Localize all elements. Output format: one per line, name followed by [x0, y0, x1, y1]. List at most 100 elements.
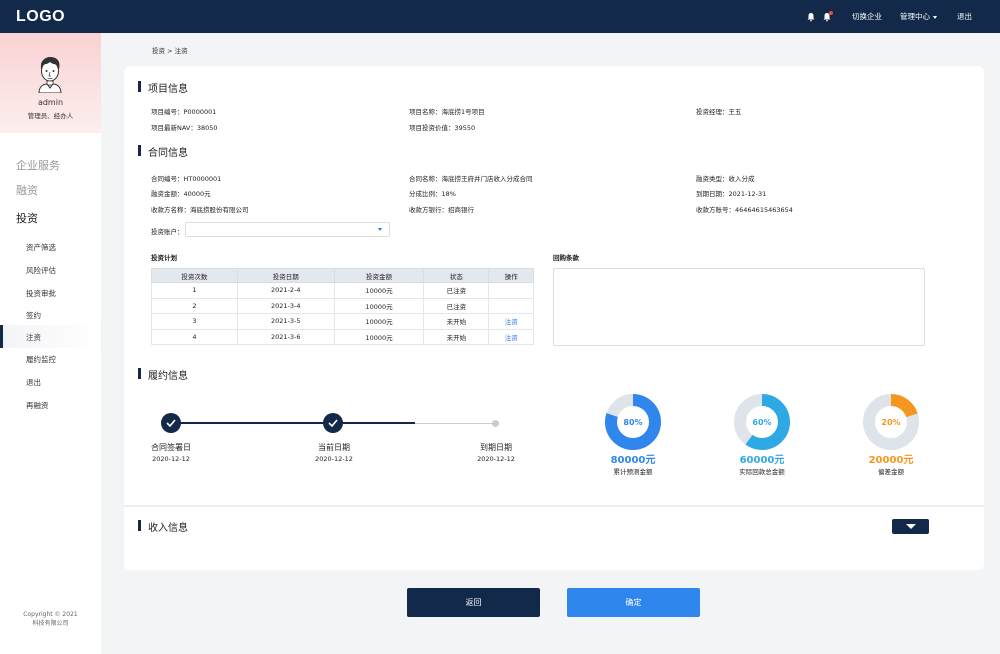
- table-cell: [488, 297, 534, 314]
- milestone-label: 合同签署日: [151, 443, 191, 452]
- inject-link[interactable]: 注资: [488, 313, 534, 330]
- timeline-end-dot: [492, 420, 499, 427]
- sidebar-item-performance-monitoring[interactable]: 履约监控: [26, 354, 56, 365]
- sidebar-item-refinancing[interactable]: 再融资: [26, 400, 49, 411]
- repurchase-text-box[interactable]: [553, 268, 925, 346]
- back-button[interactable]: 返回: [407, 588, 540, 617]
- sidebar-group-financing[interactable]: 融资: [16, 182, 38, 198]
- table-header-row: 投资次数 投资日期 投资金额 状态 操作: [151, 268, 534, 283]
- confirm-button[interactable]: 确定: [567, 588, 700, 617]
- copyright-line2: 科技有限公司: [32, 620, 69, 627]
- logout-link[interactable]: 退出: [957, 11, 972, 22]
- admin-center-label: 管理中心: [900, 12, 930, 21]
- milestone-date: 2020-12-12: [315, 455, 353, 463]
- top-right-menu: 切换企业 管理中心 退出: [806, 0, 1000, 33]
- milestone-date: 2020-12-12: [477, 455, 515, 463]
- sidebar-item-asset-screening[interactable]: 资产筛选: [26, 242, 56, 253]
- caret-down-icon: [906, 524, 916, 529]
- invest-account-select[interactable]: [185, 222, 390, 237]
- donut-center-label: 20%: [881, 418, 900, 427]
- breadcrumb: 投资 > 注资: [152, 47, 188, 55]
- expand-button[interactable]: [892, 519, 929, 534]
- financing-amount: 融资金额：40000元: [151, 190, 211, 198]
- donut-chart-forecast: 80%: [605, 394, 661, 450]
- project-code: 项目编号：P0000001: [151, 108, 217, 116]
- logo: LOGO: [16, 8, 66, 25]
- profile-name: admin: [37, 98, 64, 107]
- donut-center-label: 80%: [623, 418, 642, 427]
- sidebar: admin 管理员、经办人 企业服务 融资 投资 资产筛选 风险评估 投资审批 …: [0, 33, 101, 654]
- check-icon: [161, 413, 181, 433]
- milestone-label: 当前日期: [318, 443, 350, 452]
- project-info-title: 项目信息: [138, 80, 188, 95]
- notification-bell-icon[interactable]: [822, 10, 833, 22]
- donut-value: 80000元: [610, 455, 656, 466]
- project-manager: 投资经理：王五: [696, 108, 742, 116]
- table-cell: [488, 282, 534, 299]
- donut-label: 偏差金额: [878, 468, 904, 476]
- repurchase-title: 回购条款: [553, 254, 579, 262]
- table-cell: 未开始: [423, 313, 490, 330]
- table-header: 投资次数: [151, 268, 238, 283]
- table-header: 投资日期: [236, 268, 335, 283]
- project-value: 项目投资价值：39550: [409, 124, 476, 132]
- table-row: 3 2021-3-5 10000元 未开始 注资: [151, 313, 534, 330]
- top-bar: LOGO 切换企业 管理中心 退出: [0, 0, 1000, 33]
- inject-link[interactable]: 注资: [488, 328, 534, 345]
- table-cell: 2021-3-5: [236, 313, 335, 330]
- payee-account: 收款方账号：46464615463654: [696, 206, 793, 214]
- copyright-line1: Copyright © 2021: [23, 611, 78, 618]
- chevron-down-icon: [933, 15, 937, 19]
- sidebar-item-signing[interactable]: 签约: [26, 310, 41, 321]
- table-row: 1 2021-2-4 10000元 已注资: [151, 282, 534, 299]
- table-cell: 10000元: [333, 297, 425, 314]
- payee-bank: 收款方银行：招商银行: [409, 206, 474, 214]
- timeline-line-done: [171, 422, 335, 424]
- plan-table: 投资次数 投资日期 投资金额 状态 操作 1 2021-2-4 10000元 已…: [151, 268, 534, 345]
- divider: [124, 505, 984, 507]
- table-cell: 10000元: [333, 282, 425, 299]
- contract-code: 合同编号：HT0000001: [151, 175, 222, 183]
- share-ratio: 分成比例：18%: [409, 190, 456, 198]
- table-cell: 2021-3-6: [236, 328, 335, 345]
- project-name: 项目名称：海底捞1号项目: [409, 108, 485, 116]
- sidebar-item-capital-injection[interactable]: 注资: [26, 332, 41, 343]
- financing-type: 融资类型：收入分成: [696, 175, 755, 183]
- sidebar-item-exit[interactable]: 退出: [26, 377, 41, 388]
- sidebar-item-risk-assessment[interactable]: 风险评估: [26, 265, 56, 276]
- table-cell: 已注资: [423, 297, 490, 314]
- admin-center-menu[interactable]: 管理中心: [900, 11, 937, 22]
- table-cell: 2021-2-4: [236, 282, 335, 299]
- table-cell: 10000元: [333, 328, 425, 345]
- donut-center-label: 60%: [752, 418, 771, 427]
- table-cell: 3: [151, 313, 238, 330]
- bell-icon[interactable]: [806, 12, 816, 22]
- sidebar-active-indicator: [0, 325, 101, 348]
- donut-chart-actual: 60%: [734, 394, 790, 450]
- table-cell: 已注资: [423, 282, 490, 299]
- sidebar-group-enterprise-service[interactable]: 企业服务: [16, 157, 60, 173]
- milestone-label: 到期日期: [480, 443, 512, 452]
- table-header: 投资金额: [333, 268, 425, 283]
- profile-role: 管理员、经办人: [27, 112, 74, 120]
- table-header: 操作: [488, 268, 534, 283]
- donut-value: 60000元: [739, 455, 785, 466]
- table-cell: 未开始: [423, 328, 490, 345]
- main-card: 项目信息 项目编号：P0000001 项目名称：海底捞1号项目 投资经理：王五 …: [124, 66, 984, 570]
- table-cell: 2021-3-4: [236, 297, 335, 314]
- due-date: 到期日期：2021-12-31: [696, 190, 767, 198]
- project-nav: 项目最新NAV：38050: [151, 124, 218, 132]
- payee-name: 收款方名称：海底捞股份有限公司: [151, 206, 249, 214]
- sidebar-group-investment[interactable]: 投资: [16, 210, 38, 226]
- timeline-line-pending: [415, 423, 495, 424]
- sidebar-item-investment-approval[interactable]: 投资审批: [26, 288, 56, 299]
- check-icon: [323, 413, 343, 433]
- switch-company-link[interactable]: 切换企业: [852, 11, 882, 22]
- profile-panel: admin 管理员、经办人: [0, 33, 101, 133]
- income-info-title: 收入信息: [138, 519, 188, 534]
- table-cell: 1: [151, 282, 238, 299]
- plan-title: 投资计划: [151, 254, 177, 262]
- contract-info-title: 合同信息: [138, 144, 188, 159]
- donut-label: 实际回款总金额: [739, 468, 785, 476]
- table-cell: 4: [151, 328, 238, 345]
